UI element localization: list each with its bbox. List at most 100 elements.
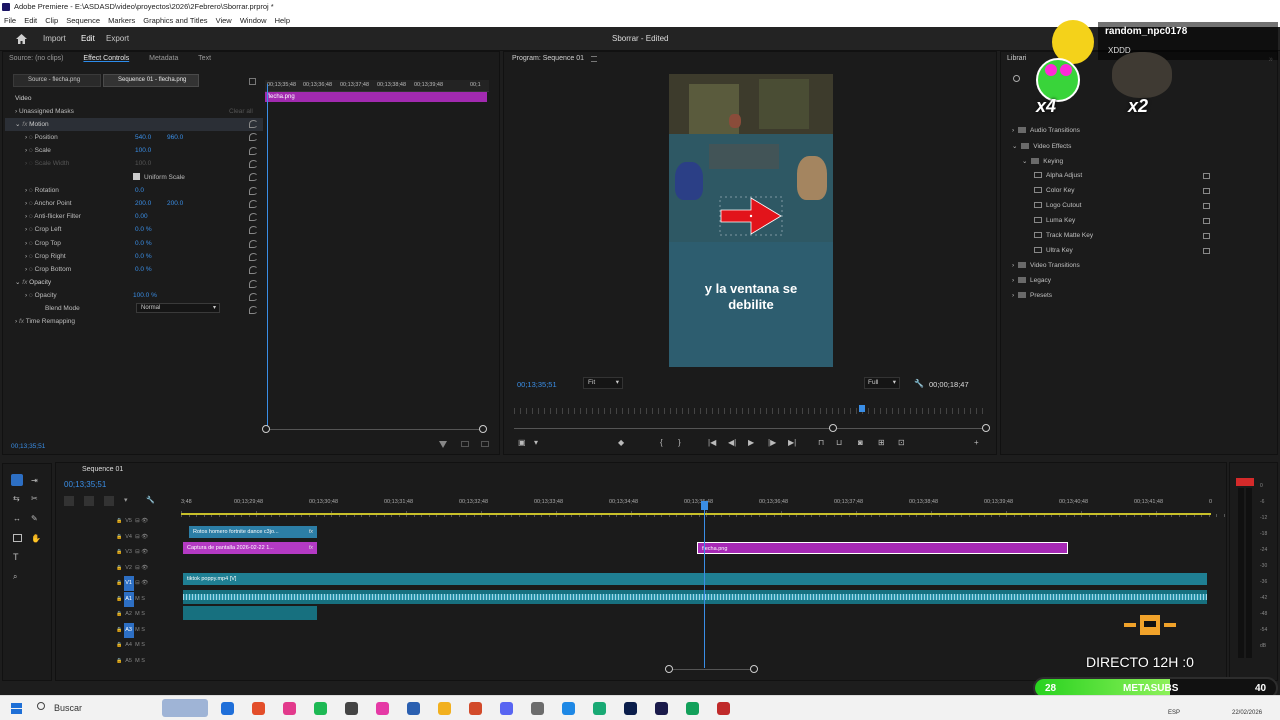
tab-effect-controls[interactable]: Effect Controls	[83, 55, 129, 62]
property-value-1[interactable]: 540.0	[135, 131, 151, 144]
xbox-icon[interactable]	[686, 702, 699, 715]
clip-tiktok-video[interactable]: tiktok poppy.mp4 [V]	[183, 573, 1207, 585]
quality-select[interactable]: Full ▾	[864, 377, 900, 389]
pen-tool-icon[interactable]: ✎	[31, 514, 38, 523]
reset-icon[interactable]	[249, 133, 258, 142]
transport-button-icon[interactable]: ⊡	[898, 438, 905, 447]
reset-icon[interactable]	[249, 120, 258, 128]
opacity-value[interactable]: 100.0 %	[133, 289, 157, 302]
reset-icon[interactable]	[249, 159, 258, 168]
checkbox-icon[interactable]	[133, 173, 140, 181]
reset-icon[interactable]	[249, 186, 258, 195]
program-zoom-bar[interactable]	[514, 428, 988, 429]
track-label[interactable]: V2	[124, 561, 134, 576]
track-label[interactable]: V3	[124, 545, 134, 560]
reset-icon[interactable]	[249, 239, 258, 248]
transport-button-icon[interactable]: ⊔	[836, 438, 842, 447]
expand-arrow-icon[interactable]: ›	[1012, 277, 1016, 284]
effects-tree-item[interactable]: Color Key	[1032, 187, 1210, 197]
program-timecode[interactable]: 00;13;35;51	[517, 378, 557, 391]
property-value-1[interactable]: 0.0 %	[135, 250, 152, 263]
app-icon[interactable]	[593, 702, 606, 715]
property-value-1[interactable]: 0.00	[135, 210, 148, 223]
clip-audio-a2[interactable]	[183, 606, 317, 620]
navigate-icon[interactable]	[249, 78, 256, 85]
property-value-1[interactable]: 100.0	[135, 144, 151, 157]
track-label[interactable]: A2	[124, 607, 134, 622]
property-value-1[interactable]: 0.0 %	[135, 237, 152, 250]
reset-icon[interactable]	[249, 253, 258, 261]
ec-timecode[interactable]: 00;13;35;51	[11, 440, 45, 453]
transport-button-icon[interactable]: {	[660, 438, 663, 447]
time-remapping[interactable]: › fx Time Remapping	[15, 315, 75, 328]
track-visibility-icon[interactable]: ⊟ 👁	[134, 580, 148, 586]
libraries-tab[interactable]: Librari	[1007, 52, 1026, 66]
subtab-source-clip[interactable]: Source - flecha.png	[13, 74, 101, 87]
expand-arrow-icon[interactable]: ›	[1012, 127, 1016, 134]
lock-icon[interactable]: 🔒	[116, 580, 124, 586]
track-label[interactable]: A4	[124, 638, 134, 653]
lock-icon[interactable]: 🔒	[116, 611, 124, 617]
app-icon[interactable]	[531, 702, 544, 715]
timeline-zoom-bar[interactable]	[669, 669, 755, 670]
track-visibility-icon[interactable]: ⊟ 👁	[134, 518, 148, 524]
transport-button-icon[interactable]: ▶	[748, 438, 754, 447]
copilot-icon[interactable]	[221, 702, 234, 715]
effects-tree-item[interactable]: Luma Key	[1032, 217, 1210, 227]
track-label[interactable]: A1	[123, 591, 134, 607]
playhead-handle[interactable]	[701, 501, 708, 510]
tab-edit[interactable]: Edit	[81, 32, 95, 46]
tab-import[interactable]: Import	[43, 32, 66, 46]
file-explorer-icon[interactable]	[438, 702, 451, 715]
track-mute-solo[interactable]: M S	[134, 627, 145, 633]
track-visibility-icon[interactable]: ⊟ 👁	[134, 549, 148, 555]
transport-button-icon[interactable]: ▾	[534, 438, 538, 447]
photoshop-icon[interactable]	[624, 702, 637, 715]
lock-icon[interactable]: 🔒	[116, 565, 124, 571]
transport-button-icon[interactable]: ◆	[618, 438, 624, 447]
menu-window[interactable]: Window	[240, 16, 267, 25]
tab-metadata[interactable]: Metadata	[149, 55, 178, 62]
reset-icon[interactable]	[249, 306, 258, 315]
property-value-2[interactable]: 960.0	[167, 131, 183, 144]
razor-icon[interactable]: ✂	[31, 494, 38, 503]
search-icon[interactable]	[37, 702, 45, 710]
transport-button-icon[interactable]: ⊞	[878, 438, 885, 447]
transport-button-icon[interactable]: |◀	[708, 438, 716, 447]
slip-tool-icon[interactable]: ↔	[13, 514, 21, 523]
menu-edit[interactable]: Edit	[24, 16, 37, 25]
sequence-tab[interactable]: Sequence 01	[82, 463, 123, 477]
lock-icon[interactable]: 🔒	[116, 658, 124, 664]
reset-icon[interactable]	[249, 199, 258, 208]
discord-icon[interactable]	[500, 702, 513, 715]
program-zoom-handle-left[interactable]	[829, 424, 837, 432]
transport-button-icon[interactable]: ◙	[858, 438, 863, 447]
opacity-effect[interactable]: ⌄ fx Opacity	[15, 276, 51, 289]
track-visibility-icon[interactable]: ⊟ 👁	[134, 534, 148, 540]
property-value-1[interactable]: 100.0	[135, 157, 151, 170]
lock-icon[interactable]: 🔒	[116, 627, 124, 633]
transport-button-icon[interactable]: ▣	[518, 438, 526, 447]
program-title[interactable]: Program: Sequence 01	[512, 52, 584, 66]
clip-captura[interactable]: Captura de pantalla 2026-02-22 1... fx	[183, 542, 317, 554]
menu-sequence[interactable]: Sequence	[66, 16, 100, 25]
clear-all-button[interactable]: Clear all	[229, 105, 253, 118]
selection-tool-icon[interactable]	[11, 474, 23, 486]
zoom-tool-icon[interactable]: ⌕	[13, 572, 17, 582]
hand-tool-icon[interactable]: ✋	[31, 534, 41, 543]
track-label[interactable]: V5	[124, 514, 134, 529]
snap-icon[interactable]	[64, 496, 74, 506]
property-value-1[interactable]: 0.0 %	[135, 263, 152, 276]
timeline-timecode[interactable]: 00;13;35;51	[64, 480, 106, 489]
text-tool-icon[interactable]: T	[13, 552, 19, 562]
expand-arrow-icon[interactable]: ›	[1012, 262, 1016, 269]
transport-button-icon[interactable]: ▶|	[788, 438, 796, 447]
blend-mode-select[interactable]: Normal ▾	[136, 303, 220, 313]
video-frame[interactable]: y la ventana se debilite	[669, 74, 833, 367]
effects-tree-item[interactable]: › Presets	[1012, 292, 1052, 302]
track-label[interactable]: A5	[124, 654, 134, 669]
expand-arrow-icon[interactable]: ⌄	[1022, 158, 1029, 165]
track-visibility-icon[interactable]: ⊟ 👁	[134, 565, 148, 571]
ripple-edit-icon[interactable]: ⇆	[13, 494, 20, 503]
app-icon[interactable]	[717, 702, 730, 715]
